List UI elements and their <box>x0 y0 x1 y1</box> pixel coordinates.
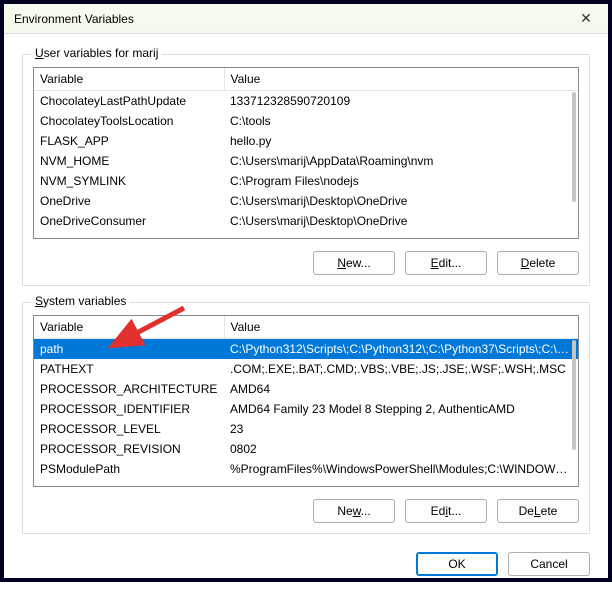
table-row[interactable]: OneDriveC:\Users\marij\Desktop\OneDrive <box>34 191 578 211</box>
dialog-buttons: OK Cancel <box>22 552 590 576</box>
system-variables-table[interactable]: Variable Value pathC:\Python312\Scripts\… <box>33 315 579 487</box>
cell-value: C:\Users\marij\Desktop\OneDrive <box>224 211 578 231</box>
cell-value: C:\Python312\Scripts\;C:\Python312\;C:\P… <box>224 339 578 360</box>
cell-variable: path <box>34 339 224 360</box>
cell-value: AMD64 Family 23 Model 8 Stepping 2, Auth… <box>224 399 578 419</box>
cancel-button[interactable]: Cancel <box>508 552 590 576</box>
table-row[interactable]: PROCESSOR_LEVEL23 <box>34 419 578 439</box>
titlebar: Environment Variables ✕ <box>4 4 608 34</box>
table-row[interactable]: PROCESSOR_REVISION0802 <box>34 439 578 459</box>
cell-value: 133712328590720109 <box>224 91 578 112</box>
user-col-variable[interactable]: Variable <box>34 68 224 91</box>
table-row[interactable]: FLASK_APPhello.py <box>34 131 578 151</box>
system-buttons: New... Edit... DeLete <box>33 499 579 523</box>
cell-variable: ChocolateyToolsLocation <box>34 111 224 131</box>
user-new-button[interactable]: New... <box>313 251 395 275</box>
cell-variable: FLASK_APP <box>34 131 224 151</box>
user-group-label: User variables for marij <box>31 46 162 60</box>
user-delete-button[interactable]: Delete <box>497 251 579 275</box>
system-group-label: System variables <box>31 294 130 308</box>
user-variables-group: User variables for marij Variable Value … <box>22 54 590 286</box>
cell-variable: PATHEXT <box>34 359 224 379</box>
cell-variable: OneDrive <box>34 191 224 211</box>
system-col-value[interactable]: Value <box>224 316 578 339</box>
cell-variable: PROCESSOR_LEVEL <box>34 419 224 439</box>
cell-variable: PSModulePath <box>34 459 224 479</box>
table-row[interactable]: PSModulePath%ProgramFiles%\WindowsPowerS… <box>34 459 578 479</box>
table-row[interactable]: ChocolateyToolsLocationC:\tools <box>34 111 578 131</box>
table-row[interactable]: PATHEXT.COM;.EXE;.BAT;.CMD;.VBS;.VBE;.JS… <box>34 359 578 379</box>
cell-value: C:\Users\marij\Desktop\OneDrive <box>224 191 578 211</box>
close-icon: ✕ <box>580 10 592 27</box>
table-row[interactable]: NVM_HOMEC:\Users\marij\AppData\Roaming\n… <box>34 151 578 171</box>
system-scrollbar[interactable] <box>572 340 576 450</box>
cell-variable: OneDriveConsumer <box>34 211 224 231</box>
cell-variable: NVM_HOME <box>34 151 224 171</box>
cell-value: .COM;.EXE;.BAT;.CMD;.VBS;.VBE;.JS;.JSE;.… <box>224 359 578 379</box>
table-row[interactable]: PROCESSOR_ARCHITECTUREAMD64 <box>34 379 578 399</box>
cell-value: C:\Users\marij\AppData\Roaming\nvm <box>224 151 578 171</box>
window-title: Environment Variables <box>14 12 134 26</box>
cell-value: AMD64 <box>224 379 578 399</box>
cell-value: hello.py <box>224 131 578 151</box>
cell-value: C:\tools <box>224 111 578 131</box>
dialog-content: User variables for marij Variable Value … <box>4 34 608 592</box>
table-row[interactable]: NVM_SYMLINKC:\Program Files\nodejs <box>34 171 578 191</box>
user-buttons: New... Edit... Delete <box>33 251 579 275</box>
user-scrollbar[interactable] <box>572 92 576 202</box>
ok-button[interactable]: OK <box>416 552 498 576</box>
cell-variable: PROCESSOR_ARCHITECTURE <box>34 379 224 399</box>
close-button[interactable]: ✕ <box>564 4 608 34</box>
user-variables-table[interactable]: Variable Value ChocolateyLastPathUpdate1… <box>33 67 579 239</box>
table-row[interactable]: OneDriveConsumerC:\Users\marij\Desktop\O… <box>34 211 578 231</box>
cell-variable: NVM_SYMLINK <box>34 171 224 191</box>
system-variables-group: System variables Variable Value pathC:\P… <box>22 302 590 534</box>
user-edit-button[interactable]: Edit... <box>405 251 487 275</box>
cell-value: 23 <box>224 419 578 439</box>
system-edit-button[interactable]: Edit... <box>405 499 487 523</box>
cell-value: C:\Program Files\nodejs <box>224 171 578 191</box>
cell-variable: PROCESSOR_IDENTIFIER <box>34 399 224 419</box>
system-col-variable[interactable]: Variable <box>34 316 224 339</box>
table-row[interactable]: PROCESSOR_IDENTIFIERAMD64 Family 23 Mode… <box>34 399 578 419</box>
cell-variable: PROCESSOR_REVISION <box>34 439 224 459</box>
user-col-value[interactable]: Value <box>224 68 578 91</box>
table-row[interactable]: ChocolateyLastPathUpdate1337123285907201… <box>34 91 578 112</box>
system-new-button[interactable]: New... <box>313 499 395 523</box>
table-row[interactable]: pathC:\Python312\Scripts\;C:\Python312\;… <box>34 339 578 360</box>
cell-variable: ChocolateyLastPathUpdate <box>34 91 224 112</box>
cell-value: 0802 <box>224 439 578 459</box>
cell-value: %ProgramFiles%\WindowsPowerShell\Modules… <box>224 459 578 479</box>
system-delete-button[interactable]: DeLete <box>497 499 579 523</box>
